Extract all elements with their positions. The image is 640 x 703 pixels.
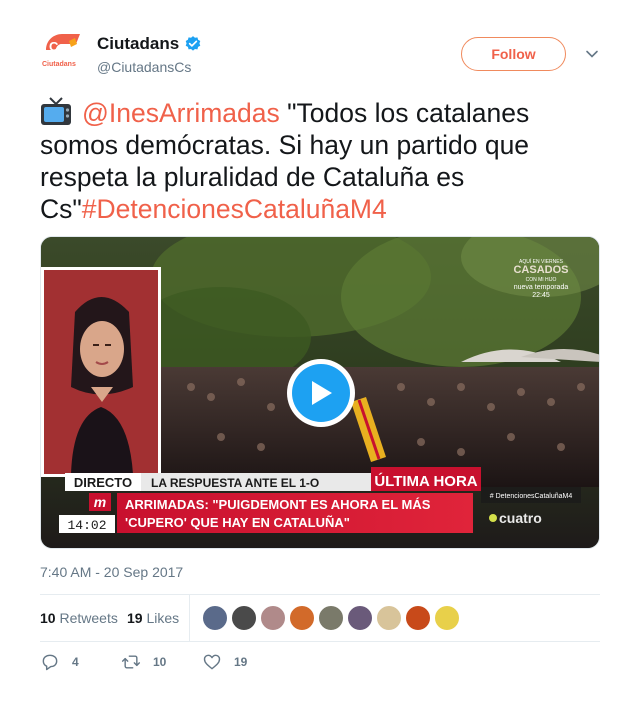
promo-line5: 22:45 <box>532 292 550 299</box>
retweet-button[interactable]: 10 <box>121 652 166 672</box>
like-button[interactable]: 19 <box>202 652 247 672</box>
chevron-down-icon[interactable] <box>585 47 599 61</box>
retweet-count: 10 <box>153 655 167 669</box>
liker-avatar[interactable] <box>405 605 431 631</box>
liker-avatar[interactable] <box>318 605 344 631</box>
liker-avatar[interactable] <box>347 605 373 631</box>
tweet-stats: 10 Retweets 19 Likes <box>40 595 600 641</box>
topic-label: LA RESPUESTA ANTE EL 1-O <box>151 476 319 490</box>
stats-separator <box>189 595 190 641</box>
liker-avatar[interactable] <box>376 605 402 631</box>
play-button[interactable] <box>287 359 355 427</box>
promo-line4: nueva temporada <box>514 284 569 291</box>
likes-stat[interactable]: 19 Likes <box>127 610 179 626</box>
account-name[interactable]: Ciutadans <box>97 34 179 54</box>
follow-button[interactable]: Follow <box>461 37 566 71</box>
reply-icon <box>42 654 58 671</box>
likes-label: Likes <box>146 610 180 626</box>
heart-icon <box>203 654 221 670</box>
divider <box>40 641 600 642</box>
liker-avatar[interactable] <box>231 605 257 631</box>
account-handle[interactable]: @CiutadansCs <box>97 59 191 75</box>
logo-text: Cs <box>49 39 66 54</box>
liker-avatar[interactable] <box>260 605 286 631</box>
headline-line2: 'CUPERO' QUE HAY EN CATALUÑA" <box>125 515 350 530</box>
like-count: 19 <box>234 655 248 669</box>
logo-subtext: Ciutadans <box>42 61 76 68</box>
channel-logo: cuatro <box>499 510 542 526</box>
promo-line3: CON MI HIJO <box>526 277 557 283</box>
liker-avatar[interactable] <box>434 605 460 631</box>
account-name-row[interactable]: Ciutadans <box>97 34 202 54</box>
video-player[interactable]: AQUÍ EN VIERNES CASADOS CON MI HIJO nuev… <box>40 236 600 549</box>
reply-button[interactable]: 4 <box>40 652 79 672</box>
tweet-header: Cs Ciutadans Ciutadans @CiutadansCs Foll… <box>40 30 600 82</box>
retweet-icon <box>121 655 141 669</box>
tweet-actions: 4 10 19 <box>40 652 600 674</box>
play-icon <box>312 381 332 405</box>
live-label: DIRECTO <box>74 475 132 490</box>
headline-line1: ARRIMADAS: "PUIGDEMONT ES AHORA EL MÁS <box>125 497 431 512</box>
liker-avatar[interactable] <box>202 605 228 631</box>
breaking-label: ÚLTIMA HORA <box>374 472 477 490</box>
reply-count: 4 <box>72 655 79 669</box>
video-hashtag: # DetencionesCataluñaM4 <box>490 493 573 500</box>
tv-icon <box>41 97 71 125</box>
profile-avatar[interactable]: Cs Ciutadans <box>40 30 84 74</box>
retweets-label: Retweets <box>59 610 118 626</box>
video-clock: 14:02 <box>67 518 106 533</box>
likes-count: 19 <box>127 610 143 626</box>
tweet-timestamp[interactable]: 7:40 AM - 20 Sep 2017 <box>40 564 183 580</box>
mention-link[interactable]: @InesArrimadas <box>82 98 280 128</box>
tweet-text: @InesArrimadas "Todos los catalanes somo… <box>40 96 600 225</box>
verified-icon <box>185 36 201 51</box>
retweets-count: 10 <box>40 610 56 626</box>
hashtag-link[interactable]: #DetencionesCataluñaM4 <box>82 194 387 224</box>
promo-line2: CASADOS <box>513 264 568 276</box>
network-logo: m <box>94 494 106 510</box>
retweets-stat[interactable]: 10 Retweets <box>40 610 118 626</box>
liker-avatar[interactable] <box>289 605 315 631</box>
